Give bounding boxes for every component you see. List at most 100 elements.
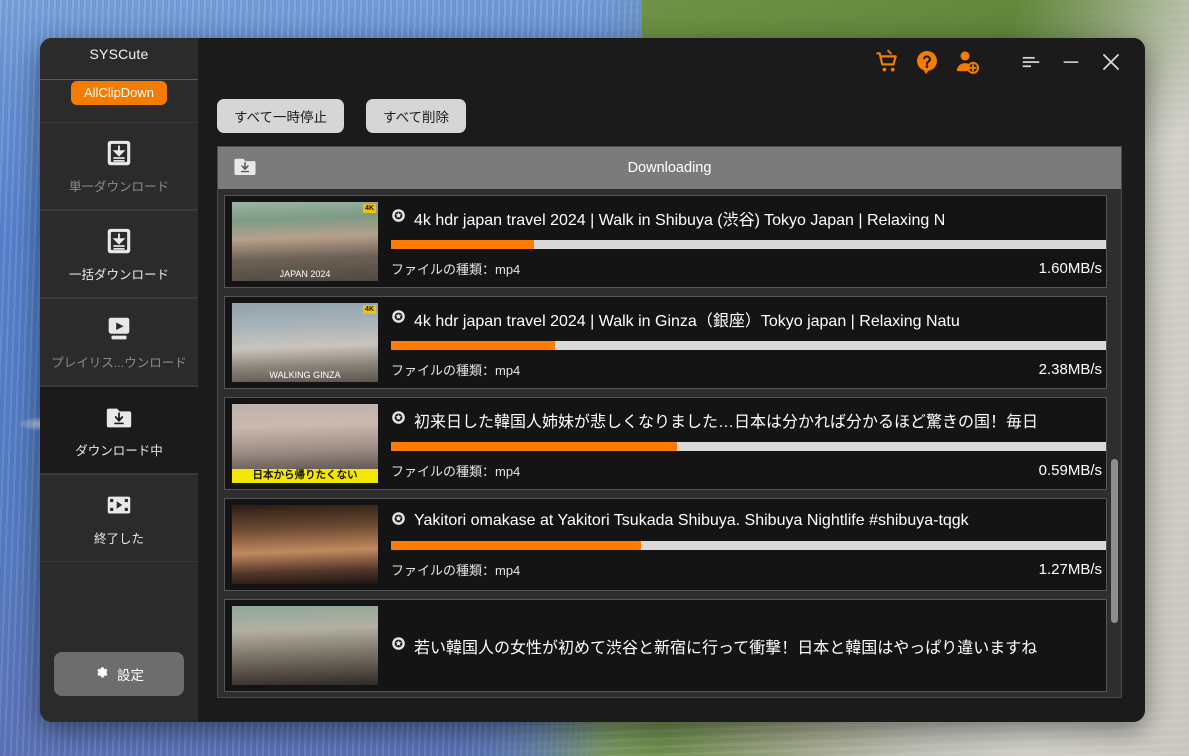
delete-all-button[interactable]: すべて削除 bbox=[366, 99, 467, 133]
scrollbar-thumb[interactable] bbox=[1111, 458, 1118, 624]
row-title: 初来日した韓国人姉妹が悲しくなりました…日本は分かれば分かるほど驚きの国！毎日 bbox=[414, 413, 1039, 431]
add-user-icon[interactable] bbox=[947, 42, 987, 82]
progress-bar-fill bbox=[391, 441, 677, 451]
thumbnail-quality-badge: 4K bbox=[363, 305, 376, 314]
download-speed: 2.38MB/s bbox=[1038, 360, 1102, 378]
sidebar-item-label: 単一ダウンロード bbox=[68, 179, 169, 194]
desktop-background: SYSCute AllClipDown 単一ダウンロード 一括ダウンロード プレ… bbox=[0, 0, 1189, 756]
cart-icon[interactable] bbox=[867, 42, 907, 82]
settings-wrap: 設定 bbox=[40, 652, 198, 722]
playlist-icon bbox=[104, 314, 134, 344]
application-window: SYSCute AllClipDown 単一ダウンロード 一括ダウンロード プレ… bbox=[40, 38, 1145, 722]
row-title: 若い韓国人の女性が初めて渋谷と新宿に行って衝撃！日本と韓国はやっぱり違いますね bbox=[414, 639, 1038, 657]
video-thumbnail[interactable]: 日本から帰りたくない bbox=[232, 404, 378, 483]
sidebar-nav: 単一ダウンロード 一括ダウンロード プレイリス...ウンロード ダウンロード中 … bbox=[40, 122, 198, 562]
row-title: 4k hdr japan travel 2024 | Walk in Shibu… bbox=[414, 211, 946, 229]
sidebar-item-playlist-download[interactable]: プレイリス...ウンロード bbox=[40, 298, 198, 386]
row-title-line: 4k hdr japan travel 2024 | Walk in Shibu… bbox=[391, 206, 1106, 230]
video-thumbnail[interactable] bbox=[232, 606, 378, 685]
status-circle-icon[interactable] bbox=[391, 511, 406, 531]
sidebar-item-label: 終了した bbox=[93, 531, 144, 546]
row-body: 4k hdr japan travel 2024 | Walk in Shibu… bbox=[378, 196, 1106, 287]
download-speed: 1.27MB/s bbox=[1038, 560, 1102, 578]
file-type-label: ファイルの種類：mp4 bbox=[391, 261, 521, 277]
download-box-icon bbox=[104, 138, 134, 168]
row-meta: ファイルの種類：mp4 1.27MB/s bbox=[391, 560, 1106, 579]
progress-bar bbox=[391, 540, 1106, 550]
file-type-label: ファイルの種類：mp4 bbox=[391, 362, 521, 378]
gear-icon bbox=[94, 665, 110, 684]
sidebar-item-label: プレイリス...ウンロード bbox=[51, 355, 187, 370]
row-body: Yakitori omakase at Yakitori Tsukada Shi… bbox=[378, 499, 1106, 590]
progress-bar-fill bbox=[391, 540, 642, 550]
sidebar-item-downloading[interactable]: ダウンロード中 bbox=[40, 386, 198, 474]
brand-badge: AllClipDown bbox=[70, 81, 168, 105]
film-icon bbox=[104, 490, 134, 520]
row-meta: ファイルの種類：mp4 1.60MB/s bbox=[391, 259, 1106, 278]
file-type-label: ファイルの種類：mp4 bbox=[391, 562, 521, 578]
row-title-line: 初来日した韓国人姉妹が悲しくなりました…日本は分かれば分かるほど驚きの国！毎日 bbox=[391, 408, 1106, 432]
row-title: Yakitori omakase at Yakitori Tsukada Shi… bbox=[414, 511, 969, 529]
row-body: 初来日した韓国人姉妹が悲しくなりました…日本は分かれば分かるほど驚きの国！毎日フ… bbox=[378, 398, 1106, 489]
sidebar-item-finished[interactable]: 終了した bbox=[40, 474, 198, 562]
status-circle-icon[interactable] bbox=[391, 636, 406, 656]
status-circle-icon[interactable] bbox=[391, 309, 406, 329]
row-title-line: 若い韓国人の女性が初めて渋谷と新宿に行って衝撃！日本と韓国はやっぱり違いますね bbox=[391, 634, 1106, 658]
settings-button[interactable]: 設定 bbox=[54, 652, 184, 696]
table-row[interactable]: 日本から帰りたくない 初来日した韓国人姉妹が悲しくなりました…日本は分かれば分かる… bbox=[224, 397, 1107, 490]
list-scroll-area: 4K JAPAN 2024 4k hdr japan travel 2024 | W… bbox=[218, 189, 1121, 697]
close-icon[interactable] bbox=[1091, 42, 1131, 82]
file-type-label: ファイルの種類：mp4 bbox=[391, 463, 521, 479]
download-list-panel: Downloading 4K JAPAN 2024 4k hdr japan tra… bbox=[217, 146, 1122, 698]
row-meta: ファイルの種類：mp4 0.59MB/s bbox=[391, 461, 1106, 480]
download-box-icon bbox=[104, 226, 134, 256]
help-icon[interactable] bbox=[907, 42, 947, 82]
titlebar bbox=[198, 38, 1145, 86]
status-circle-icon[interactable] bbox=[391, 410, 406, 430]
table-row[interactable]: 4K WALKING GINZA 4k hdr japan travel 2024 … bbox=[224, 296, 1107, 389]
table-row[interactable]: Yakitori omakase at Yakitori Tsukada Shi… bbox=[224, 498, 1107, 591]
table-row[interactable]: 若い韓国人の女性が初めて渋谷と新宿に行って衝撃！日本と韓国はやっぱり違いますね bbox=[224, 599, 1107, 692]
thumbnail-caption: WALKING GINZA bbox=[269, 370, 341, 381]
list-scrollbar[interactable] bbox=[1111, 195, 1118, 693]
row-body: 4k hdr japan travel 2024 | Walk in Ginza… bbox=[378, 297, 1106, 388]
table-row[interactable]: 4K JAPAN 2024 4k hdr japan travel 2024 | W… bbox=[224, 195, 1107, 288]
sidebar-item-label: ダウンロード中 bbox=[75, 443, 163, 458]
downloading-folder-icon bbox=[104, 402, 134, 432]
video-thumbnail[interactable] bbox=[232, 505, 378, 584]
download-speed: 0.59MB/s bbox=[1038, 461, 1102, 479]
brand-badge-wrap: AllClipDown bbox=[40, 78, 198, 108]
thumbnail-caption: 日本から帰りたくない bbox=[232, 469, 378, 483]
row-title-line: 4k hdr japan travel 2024 | Walk in Ginza… bbox=[391, 307, 1106, 331]
video-thumbnail[interactable]: 4K WALKING GINZA bbox=[232, 303, 378, 382]
toolbar: すべて一時停止 すべて削除 bbox=[198, 86, 1145, 146]
list-header: Downloading bbox=[218, 147, 1121, 189]
main-area: すべて一時停止 すべて削除 Downloading 4K JAPAN 2024 … bbox=[198, 38, 1145, 722]
progress-bar bbox=[391, 340, 1106, 350]
minimize-icon[interactable] bbox=[1051, 42, 1091, 82]
progress-bar bbox=[391, 239, 1106, 249]
row-meta: ファイルの種類：mp4 2.38MB/s bbox=[391, 360, 1106, 379]
video-thumbnail[interactable]: 4K JAPAN 2024 bbox=[232, 202, 378, 281]
sidebar-item-batch-download[interactable]: 一括ダウンロード bbox=[40, 210, 198, 298]
list-header-title: Downloading bbox=[627, 160, 712, 176]
brand-name: SYSCute bbox=[89, 46, 149, 62]
status-circle-icon[interactable] bbox=[391, 208, 406, 228]
download-speed: 1.60MB/s bbox=[1038, 259, 1102, 277]
row-body: 若い韓国人の女性が初めて渋谷と新宿に行って衝撃！日本と韓国はやっぱり違いますね bbox=[378, 600, 1106, 691]
thumbnail-caption: JAPAN 2024 bbox=[279, 269, 331, 280]
sidebar-item-single-download[interactable]: 単一ダウンロード bbox=[40, 122, 198, 210]
pause-all-button[interactable]: すべて一時停止 bbox=[217, 99, 345, 133]
menu-icon[interactable] bbox=[1011, 42, 1051, 82]
progress-bar bbox=[391, 441, 1106, 451]
progress-bar-fill bbox=[391, 340, 556, 350]
download-rows: 4K JAPAN 2024 4k hdr japan travel 2024 | W… bbox=[218, 195, 1121, 692]
downloading-folder-icon bbox=[232, 153, 258, 184]
row-title-line: Yakitori omakase at Yakitori Tsukada Shi… bbox=[391, 511, 1106, 531]
progress-bar-fill bbox=[391, 239, 534, 249]
sidebar: SYSCute AllClipDown 単一ダウンロード 一括ダウンロード プレ… bbox=[40, 38, 198, 722]
row-title: 4k hdr japan travel 2024 | Walk in Ginza… bbox=[414, 312, 960, 330]
thumbnail-quality-badge: 4K bbox=[363, 204, 376, 213]
settings-label: 設定 bbox=[117, 668, 144, 683]
